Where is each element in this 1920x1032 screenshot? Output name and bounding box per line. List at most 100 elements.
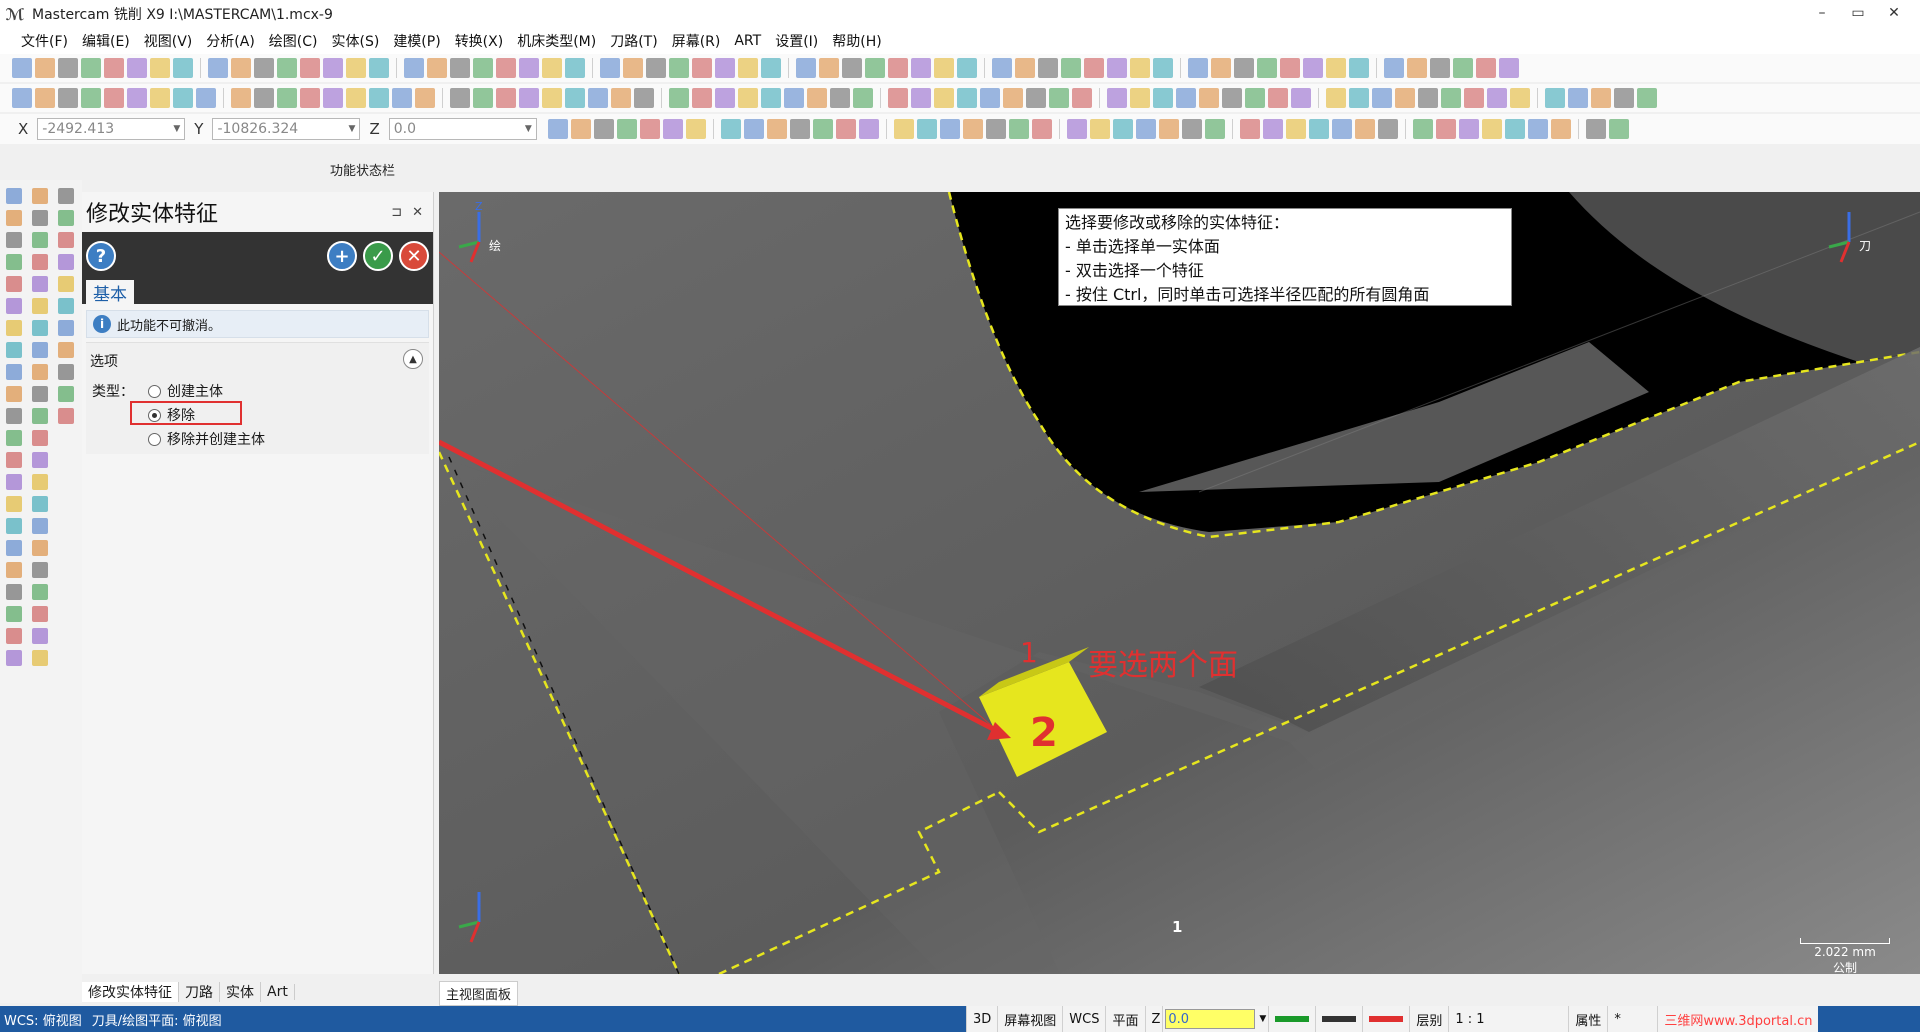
toolbar-button-icon[interactable] <box>715 58 735 78</box>
toolbar-button-icon[interactable] <box>473 88 493 108</box>
toolbar-button-icon[interactable] <box>542 58 562 78</box>
cancel-button[interactable]: ✕ <box>399 241 429 271</box>
left-toolbar-button-icon[interactable] <box>6 342 22 358</box>
toolbar-button-icon[interactable] <box>715 88 735 108</box>
toolbar-button-icon[interactable] <box>766 119 787 139</box>
toolbar-button-icon[interactable] <box>127 88 147 108</box>
toolbar-button-icon[interactable] <box>81 58 101 78</box>
toolbar-button-icon[interactable] <box>427 58 447 78</box>
toolbar-button-icon[interactable] <box>231 88 251 108</box>
left-toolbar-button-icon[interactable] <box>6 452 22 468</box>
menu-model-prep[interactable]: 建模(P) <box>386 31 447 51</box>
toolbar-button-icon[interactable] <box>570 119 591 139</box>
toolbar-button-icon[interactable] <box>1435 119 1456 139</box>
z-coordinate-field[interactable]: 0.0 ▼ <box>388 118 537 140</box>
tab-main-view-sheet[interactable]: 主视图面板 <box>439 980 519 1006</box>
toolbar-button-icon[interactable] <box>1234 58 1254 78</box>
left-toolbar-button-icon[interactable] <box>32 562 48 578</box>
tab-solids[interactable]: 实体 <box>220 982 261 1002</box>
toolbar-button-icon[interactable] <box>346 88 366 108</box>
toolbar-button-icon[interactable] <box>1049 88 1069 108</box>
restore-button[interactable]: ▭ <box>1840 0 1876 26</box>
toolbar-button-icon[interactable] <box>934 88 954 108</box>
toolbar-button-icon[interactable] <box>888 88 908 108</box>
toolbar-button-icon[interactable] <box>1031 119 1052 139</box>
panel-close-icon[interactable]: ✕ <box>412 205 423 220</box>
left-toolbar-button-icon[interactable] <box>6 210 22 226</box>
toolbar-button-icon[interactable] <box>743 119 764 139</box>
toolbar-button-icon[interactable] <box>369 88 389 108</box>
toolbar-button-icon[interactable] <box>738 88 758 108</box>
toolbar-button-icon[interactable] <box>450 58 470 78</box>
toolbar-button-icon[interactable] <box>957 58 977 78</box>
toolbar-button-icon[interactable] <box>392 88 412 108</box>
toolbar-button-icon[interactable] <box>616 119 637 139</box>
left-toolbar-button-icon[interactable] <box>32 474 48 490</box>
left-toolbar-button-icon[interactable] <box>32 408 48 424</box>
toolbar-button-icon[interactable] <box>1441 88 1461 108</box>
tab-basic[interactable]: 基本 <box>86 280 134 305</box>
toolbar-button-icon[interactable] <box>911 88 931 108</box>
left-toolbar-button-icon[interactable] <box>58 342 74 358</box>
ok-and-create-new-button[interactable]: + <box>327 241 357 271</box>
left-toolbar-button-icon[interactable] <box>6 606 22 622</box>
left-toolbar-button-icon[interactable] <box>6 628 22 644</box>
toolbar-button-icon[interactable] <box>565 88 585 108</box>
toolbar-button-icon[interactable] <box>784 88 804 108</box>
toolbar-button-icon[interactable] <box>819 58 839 78</box>
left-toolbar-button-icon[interactable] <box>6 496 22 512</box>
toolbar-button-icon[interactable] <box>1038 58 1058 78</box>
toolbar-button-icon[interactable] <box>1384 58 1404 78</box>
toolbar-button-icon[interactable] <box>623 58 643 78</box>
toolbar-button-icon[interactable] <box>1130 58 1150 78</box>
toolbar-button-icon[interactable] <box>1291 88 1311 108</box>
toolbar-button-icon[interactable] <box>565 58 585 78</box>
tab-modify-solid-feature[interactable]: 修改实体特征 <box>82 982 179 1002</box>
toolbar-button-icon[interactable] <box>404 58 424 78</box>
left-toolbar-button-icon[interactable] <box>32 254 48 270</box>
toolbar-button-icon[interactable] <box>150 88 170 108</box>
toolbar-button-icon[interactable] <box>1585 119 1606 139</box>
attributes-field[interactable]: * <box>1607 1006 1658 1032</box>
toolbar-button-icon[interactable] <box>12 88 32 108</box>
attributes-button[interactable]: 属性 <box>1568 1006 1608 1032</box>
toolbar-button-icon[interactable] <box>519 88 539 108</box>
toolbar-button-icon[interactable] <box>519 58 539 78</box>
fill-color-icon[interactable] <box>1362 1006 1410 1032</box>
toolbar-button-icon[interactable] <box>1308 119 1329 139</box>
toolbar-button-icon[interactable] <box>1199 88 1219 108</box>
left-toolbar-button-icon[interactable] <box>32 650 48 666</box>
left-toolbar-button-icon[interactable] <box>32 188 48 204</box>
left-toolbar-button-icon[interactable] <box>58 210 74 226</box>
left-toolbar-button-icon[interactable] <box>32 496 48 512</box>
toolbar-button-icon[interactable] <box>1280 58 1300 78</box>
menu-create[interactable]: 绘图(C) <box>262 31 325 51</box>
menu-settings[interactable]: 设置(I) <box>768 31 825 51</box>
toolbar-button-icon[interactable] <box>1550 119 1571 139</box>
left-toolbar-button-icon[interactable] <box>58 254 74 270</box>
x-coordinate-field[interactable]: -2492.413 ▼ <box>37 118 186 140</box>
left-toolbar-button-icon[interactable] <box>58 364 74 380</box>
left-toolbar-button-icon[interactable] <box>6 386 22 402</box>
3d-mode-button[interactable]: 3D <box>966 1006 998 1032</box>
toolbar-button-icon[interactable] <box>1608 119 1629 139</box>
line-style-icon[interactable] <box>1315 1006 1363 1032</box>
toolbar-button-icon[interactable] <box>939 119 960 139</box>
toolbar-button-icon[interactable] <box>1326 88 1346 108</box>
toolbar-button-icon[interactable] <box>985 119 1006 139</box>
toolbar-button-icon[interactable] <box>1591 88 1611 108</box>
toolbar-button-icon[interactable] <box>858 119 879 139</box>
toolbar-button-icon[interactable] <box>1188 58 1208 78</box>
toolbar-button-icon[interactable] <box>1112 119 1133 139</box>
toolbar-button-icon[interactable] <box>1026 88 1046 108</box>
left-toolbar-button-icon[interactable] <box>58 276 74 292</box>
toolbar-button-icon[interactable] <box>1377 119 1398 139</box>
menu-file[interactable]: 文件(F) <box>14 31 75 51</box>
toolbar-button-icon[interactable] <box>1430 58 1450 78</box>
toolbar-button-icon[interactable] <box>1135 119 1156 139</box>
menu-toolpaths[interactable]: 刀路(T) <box>603 31 664 51</box>
toolbar-button-icon[interactable] <box>369 58 389 78</box>
toolbar-button-icon[interactable] <box>1568 88 1588 108</box>
left-toolbar-button-icon[interactable] <box>6 408 22 424</box>
toolbar-button-icon[interactable] <box>934 58 954 78</box>
